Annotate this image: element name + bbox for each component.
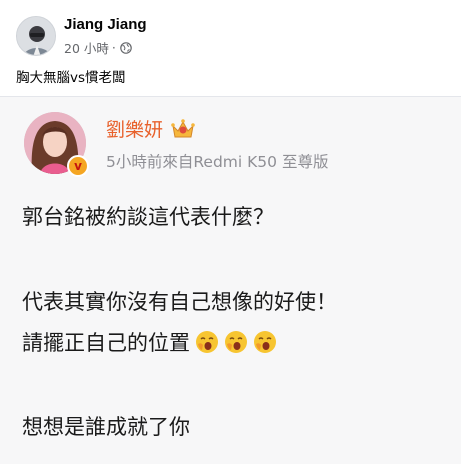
globe-icon[interactable] [120, 41, 132, 54]
facebook-post-header: Jiang Jiang 20 小時 · 胸大無腦vs慣老闆 [0, 0, 461, 92]
weibo-text-line-3-row: 請擺正自己的位置 [22, 327, 277, 357]
post-time[interactable]: 20 小時 [64, 38, 109, 57]
verified-v-badge-icon: v [67, 155, 89, 177]
weibo-user-name: 劉樂妍 [106, 119, 164, 141]
avatar-photo [17, 17, 55, 55]
weibo-text-line-1: 郭台銘被約談這代表什麼？ [22, 205, 274, 229]
post-meta: 20 小時 · [64, 38, 132, 57]
crown-icon [171, 118, 195, 137]
weibo-screenshot-image: v 劉樂妍 5小時前來自Redmi K50 至尊版 郭台銘被約談這代表什麼？ 代… [0, 96, 461, 464]
weibo-text-line-2: 代表其實你沒有自己想像的好使！ [22, 290, 337, 314]
post-body-text: 胸大無腦vs慣老闆 [16, 70, 126, 86]
weibo-text-line-4: 想想是誰成就了你 [22, 415, 190, 439]
meta-separator: · [111, 40, 116, 55]
author-avatar[interactable] [16, 16, 56, 56]
yawning-face-emoji-icon [225, 331, 247, 353]
yawning-face-emoji-icon [196, 331, 218, 353]
weibo-text-line-3: 請擺正自己的位置 [22, 331, 190, 355]
weibo-post-meta: 5小時前來自Redmi K50 至尊版 [106, 153, 329, 171]
author-name[interactable]: Jiang Jiang [64, 16, 147, 33]
weibo-user-name-row: 劉樂妍 [106, 115, 196, 142]
yawning-face-emoji-icon [254, 331, 276, 353]
